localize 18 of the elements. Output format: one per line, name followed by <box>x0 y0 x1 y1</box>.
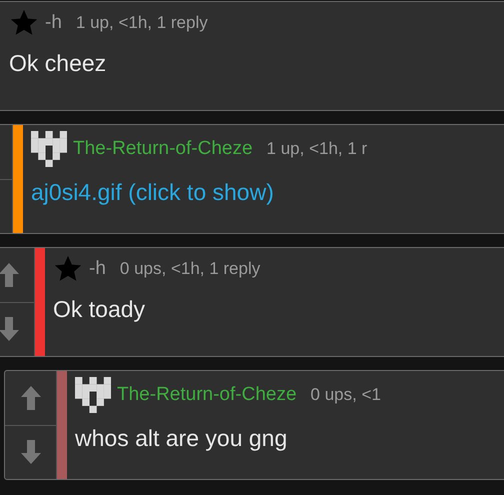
author-link[interactable]: -h <box>89 254 106 284</box>
upvote-icon[interactable] <box>0 262 20 288</box>
comment-meta: 0 ups, <1 <box>310 384 381 406</box>
avatar-icon <box>31 131 67 167</box>
author-link[interactable]: -h <box>45 8 62 38</box>
comment-text: whos alt are you gng <box>75 424 288 453</box>
downvote-icon[interactable] <box>0 316 20 342</box>
image-link[interactable]: aj0si4.gif (click to show) <box>31 175 368 210</box>
downvote-icon[interactable] <box>20 439 42 466</box>
comment-meta: 0 ups, <1h, 1 reply <box>120 258 260 280</box>
avatar-icon <box>75 377 111 413</box>
author-link[interactable]: The-Return-of-Cheze <box>73 134 253 164</box>
comment-meta: 1 up, <1h, 1 reply <box>76 12 208 34</box>
author-link[interactable]: The-Return-of-Cheze <box>117 380 297 410</box>
upvote-icon[interactable] <box>20 384 42 411</box>
comment-text: Ok toady <box>53 295 146 324</box>
comment-meta: 1 up, <1h, 1 r <box>266 138 368 160</box>
comment-text: Ok cheez <box>9 49 108 78</box>
